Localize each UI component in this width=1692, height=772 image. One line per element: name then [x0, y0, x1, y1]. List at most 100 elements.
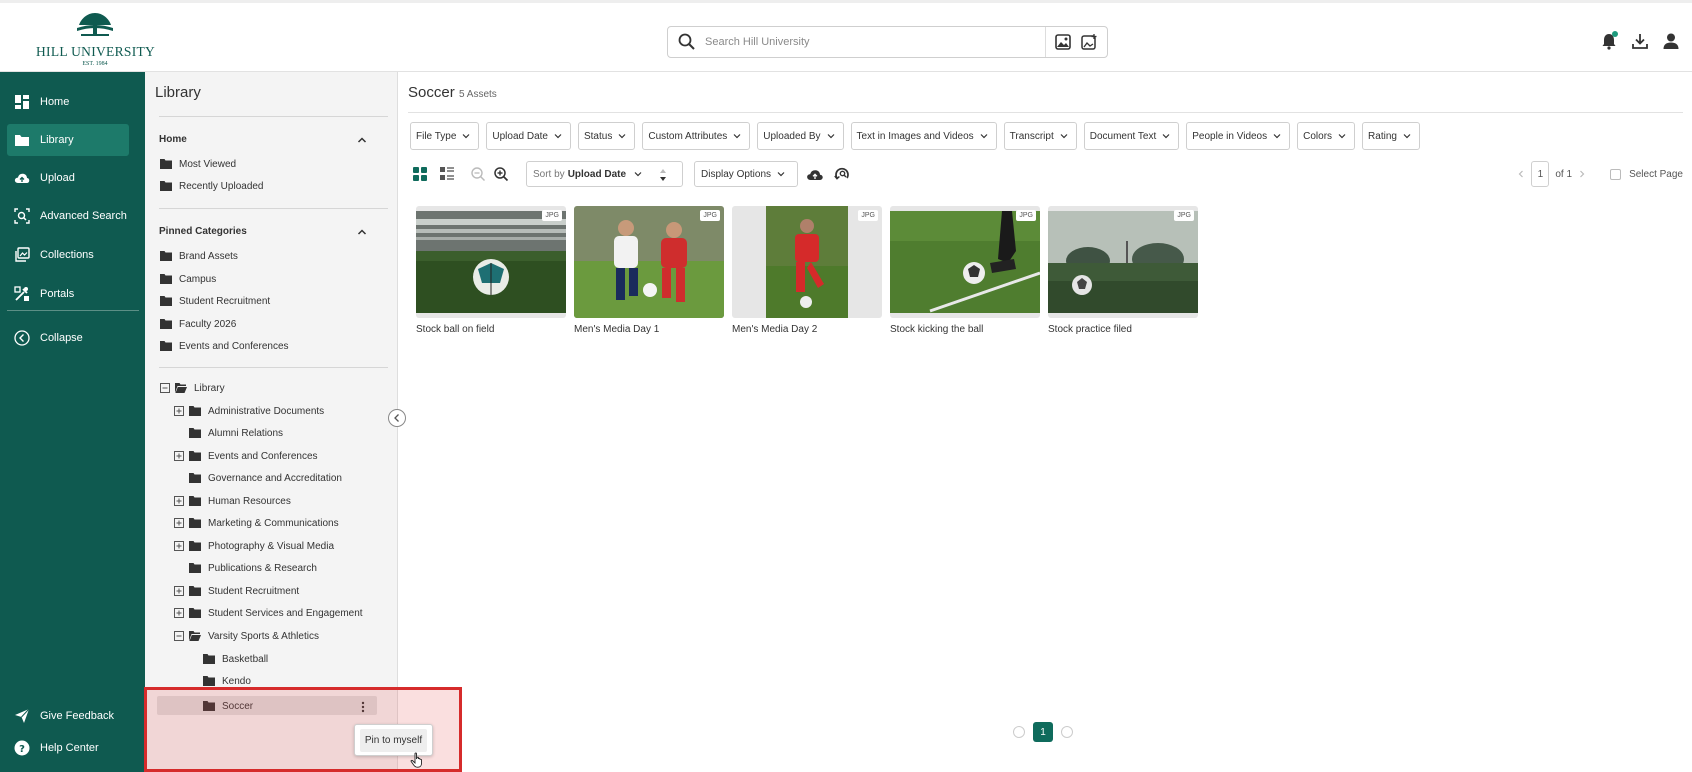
asset-title[interactable]: Stock practice filed — [1048, 324, 1198, 335]
asset-thumbnail[interactable]: JPG — [890, 206, 1040, 318]
current-page-button[interactable]: 1 — [1033, 722, 1053, 742]
home-item-recently-uploaded[interactable]: Recently Uploaded — [160, 178, 264, 194]
display-options-select[interactable]: Display Options — [694, 161, 798, 187]
tree-folder[interactable]: Events and Conferences — [174, 448, 318, 464]
file-type-badge: JPG — [1016, 210, 1036, 221]
filter-upload-date[interactable]: Upload Date — [486, 122, 571, 150]
asset-thumbnail[interactable]: JPG — [416, 206, 566, 318]
chevron-down-icon — [1162, 134, 1170, 139]
filter-status[interactable]: Status — [577, 122, 636, 150]
select-page-checkbox[interactable] — [1610, 168, 1622, 180]
sidebar-collapse-button[interactable]: Collapse — [7, 322, 129, 354]
filter-document-text[interactable]: Document Text — [1083, 122, 1180, 150]
folder-icon — [189, 428, 201, 438]
expand-plus-icon[interactable] — [174, 406, 184, 416]
tree-subfolder[interactable]: Basketball — [203, 651, 268, 667]
image-upload-search-icon[interactable] — [1080, 33, 1098, 51]
sidebar-item-library[interactable]: Library — [7, 124, 129, 156]
expand-plus-icon[interactable] — [174, 496, 184, 506]
asset-thumbnail[interactable]: JPG — [574, 206, 724, 318]
download-icon[interactable] — [1630, 31, 1650, 51]
zoom-out-icon[interactable] — [470, 166, 486, 182]
zoom-in-icon[interactable] — [493, 166, 509, 182]
refresh-search-icon[interactable] — [834, 166, 850, 182]
tree-folder[interactable]: Marketing & Communications — [174, 515, 339, 531]
collapse-minus-icon[interactable] — [174, 631, 184, 641]
filter-transcript[interactable]: Transcript — [1003, 122, 1077, 150]
image-search-icon[interactable] — [1054, 33, 1072, 51]
tree-folder[interactable]: Administrative Documents — [174, 403, 324, 419]
asset-title[interactable]: Stock kicking the ball — [890, 324, 1040, 335]
expand-plus-icon[interactable] — [174, 541, 184, 551]
user-profile-icon[interactable] — [1661, 31, 1681, 51]
expand-plus-icon[interactable] — [174, 451, 184, 461]
sidebar-item-home[interactable]: Home — [7, 86, 129, 118]
pinned-item[interactable]: Student Recruitment — [160, 293, 270, 309]
chevron-right-icon[interactable] — [1578, 170, 1586, 178]
tree-folder[interactable]: Publications & Research — [189, 560, 317, 576]
filter-uploaded-by[interactable]: Uploaded By — [757, 122, 844, 150]
sort-direction-icon[interactable] — [658, 168, 668, 182]
search-divider — [1045, 27, 1046, 57]
tree-logo-icon — [77, 13, 113, 36]
asset-card[interactable]: JPG Stock ball on field — [416, 206, 566, 335]
filter-colors[interactable]: Colors — [1297, 122, 1356, 150]
tree-folder[interactable]: Student Services and Engagement — [174, 605, 363, 621]
tree-folder[interactable]: Alumni Relations — [189, 425, 283, 441]
tree-folder[interactable]: Human Resources — [174, 493, 291, 509]
notifications-icon[interactable] — [1599, 31, 1619, 51]
grid-view-icon[interactable] — [412, 166, 428, 182]
tree-folder[interactable]: Student Recruitment — [174, 583, 299, 599]
pin-to-myself-option[interactable]: Pin to myself — [359, 728, 428, 752]
chevron-up-icon[interactable] — [357, 135, 367, 145]
next-page-icon[interactable] — [1061, 726, 1073, 738]
asset-card[interactable]: JPG Stock kicking the ball — [890, 206, 1040, 335]
pinned-item[interactable]: Brand Assets — [160, 248, 238, 264]
asset-card[interactable]: JPG Men's Media Day 1 — [574, 206, 724, 335]
tree-folder[interactable]: Governance and Accreditation — [189, 470, 342, 486]
tree-folder-varsity-sports[interactable]: Varsity Sports & Athletics — [174, 628, 319, 644]
sidebar-item-portals[interactable]: Portals — [7, 278, 129, 310]
sidebar-item-collections[interactable]: Collections — [7, 239, 129, 271]
collapse-minus-icon[interactable] — [160, 383, 170, 393]
expand-plus-icon[interactable] — [174, 586, 184, 596]
filter-people-in-videos[interactable]: People in Videos — [1186, 122, 1291, 150]
sidebar-item-give-feedback[interactable]: Give Feedback — [7, 700, 129, 732]
main-content: Soccer 5 Assets File Type Upload Date St… — [398, 72, 1692, 772]
hill-university-logo[interactable]: HILL UNIVERSITY EST. 1984 — [36, 11, 155, 71]
asset-thumbnail[interactable]: JPG — [1048, 206, 1198, 318]
asset-title[interactable]: Men's Media Day 1 — [574, 324, 724, 335]
pinned-item[interactable]: Faculty 2026 — [160, 316, 236, 332]
tree-root-library[interactable]: Library — [160, 380, 225, 396]
tree-folder[interactable]: Photography & Visual Media — [174, 538, 334, 554]
cloud-upload-icon[interactable] — [806, 166, 824, 182]
filter-custom-attributes[interactable]: Custom Attributes — [642, 122, 751, 150]
players-image — [574, 206, 724, 318]
sidebar-item-upload[interactable]: Upload — [7, 162, 129, 194]
asset-card[interactable]: JPG Stock practice filed — [1048, 206, 1198, 335]
file-type-badge: JPG — [858, 210, 878, 221]
asset-thumbnail[interactable]: JPG — [732, 206, 882, 318]
asset-title[interactable]: Stock ball on field — [416, 324, 566, 335]
filter-rating[interactable]: Rating — [1362, 122, 1420, 150]
filter-file-type[interactable]: File Type — [410, 122, 480, 150]
pinned-item[interactable]: Campus — [160, 271, 216, 287]
sidebar-item-help-center[interactable]: ? Help Center — [7, 732, 129, 764]
asset-card[interactable]: JPG Men's Media Day 2 — [732, 206, 882, 335]
asset-title[interactable]: Men's Media Day 2 — [732, 324, 882, 335]
expand-plus-icon[interactable] — [174, 518, 184, 528]
home-item-most-viewed[interactable]: Most Viewed — [160, 156, 236, 172]
filter-text-in-images[interactable]: Text in Images and Videos — [850, 122, 997, 150]
chevron-up-icon[interactable] — [357, 227, 367, 237]
folder-icon — [189, 541, 201, 551]
page-number-input[interactable]: 1 — [1531, 161, 1550, 187]
search-input[interactable] — [705, 36, 1045, 48]
chevron-left-icon[interactable] — [1517, 170, 1525, 178]
title-divider — [408, 112, 1683, 113]
expand-plus-icon[interactable] — [174, 608, 184, 618]
prev-page-icon[interactable] — [1013, 726, 1025, 738]
stadium-ball-image — [416, 211, 566, 313]
pinned-item[interactable]: Events and Conferences — [160, 338, 289, 354]
list-view-icon[interactable] — [439, 166, 455, 182]
sidebar-item-advanced-search[interactable]: Advanced Search — [7, 200, 129, 232]
